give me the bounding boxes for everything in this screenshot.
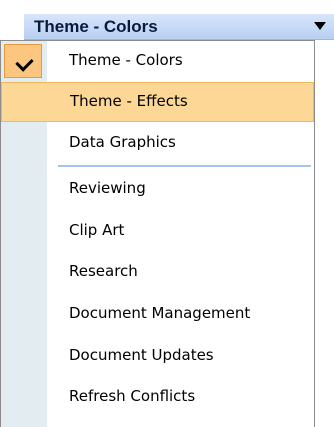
menu-item-label: Data Graphics (69, 133, 176, 151)
task-pane-title: Theme - Colors (34, 17, 158, 36)
menu-item-label: Refresh Conflicts (69, 387, 196, 405)
menu-item-data-graphics[interactable]: Data Graphics (1, 123, 314, 163)
menu-item-label: Research (69, 262, 138, 280)
menu-item-label: Reviewing (69, 179, 146, 197)
menu-item-label: Document Updates (69, 346, 214, 364)
menu-item-clip-art[interactable]: Clip Art (1, 211, 314, 251)
menu-separator (58, 165, 311, 167)
menu-item-theme-effects[interactable]: Theme - Effects (1, 82, 314, 122)
menu-item-label: Theme - Colors (69, 51, 183, 69)
menu-item-refresh-conflicts[interactable]: Refresh Conflicts (1, 377, 314, 417)
task-pane-menu-screen: Theme - Colors Theme - Colors Theme - Ef… (0, 0, 334, 427)
menu-item-document-management[interactable]: Document Management (1, 294, 314, 334)
checked-box (4, 44, 42, 78)
menu-item-label: Document Management (69, 304, 251, 322)
menu-item-document-updates[interactable]: Document Updates (1, 336, 314, 376)
menu-item-label: Clip Art (69, 221, 125, 239)
menu-item-theme-colors[interactable]: Theme - Colors (1, 41, 314, 81)
checkmark-icon (15, 53, 34, 72)
dropdown-arrow-icon[interactable] (314, 22, 326, 30)
menu-item-reviewing[interactable]: Reviewing (1, 169, 314, 209)
menu-item-label: Theme - Effects (70, 92, 188, 110)
task-pane-title-bar[interactable]: Theme - Colors (24, 14, 334, 40)
task-pane-dropdown-menu: Theme - Colors Theme - Effects Data Grap… (0, 40, 315, 427)
menu-item-research[interactable]: Research (1, 252, 314, 292)
